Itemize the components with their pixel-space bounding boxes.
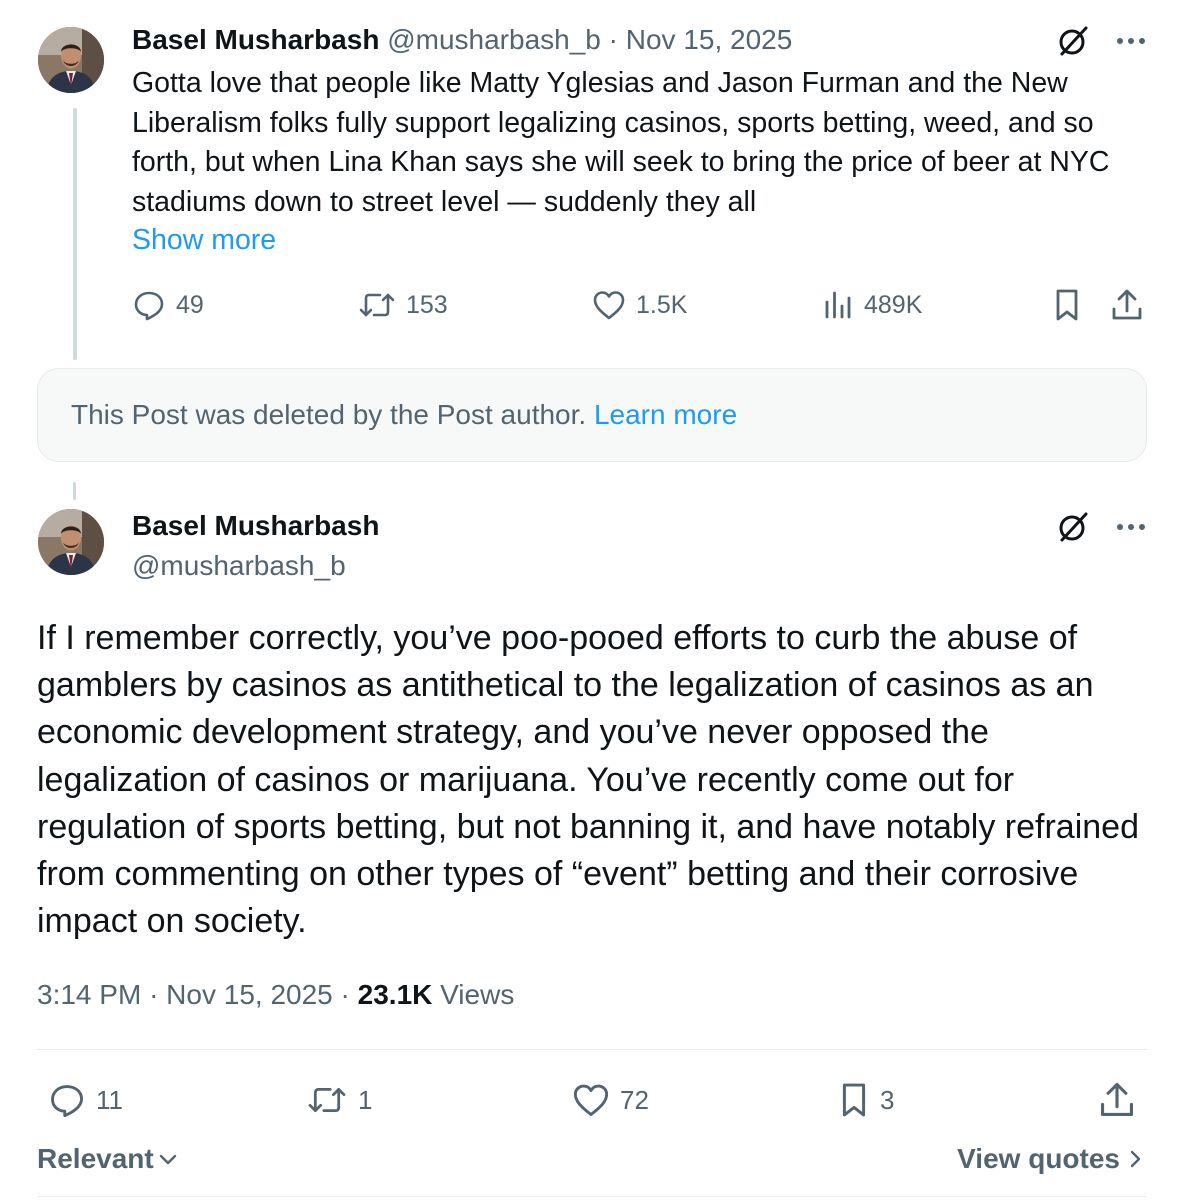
reply-button[interactable]: 49: [132, 282, 204, 328]
repost-icon: [306, 1083, 348, 1117]
sort-dropdown[interactable]: Relevant: [37, 1138, 178, 1180]
post-date[interactable]: Nov 15, 2025: [166, 979, 333, 1010]
bookmark-button[interactable]: [1052, 282, 1082, 328]
post-date[interactable]: Nov 15, 2025: [626, 24, 793, 55]
reply-button[interactable]: 11: [48, 1075, 123, 1125]
share-button[interactable]: [1110, 282, 1144, 328]
views-count: 489K: [864, 290, 923, 319]
like-icon: [592, 289, 626, 321]
deleted-message: This Post was deleted by the Post author…: [71, 399, 587, 430]
bookmark-icon: [1052, 287, 1082, 323]
views-count: 23.1K: [357, 979, 433, 1010]
repost-count: 153: [406, 290, 448, 319]
divider: [37, 1196, 1147, 1197]
more-icon[interactable]: [1116, 37, 1146, 45]
tweet-thread: Basel Musharbash @musharbash_b · Nov 15,…: [0, 0, 1180, 1200]
bookmark-button[interactable]: 3: [838, 1075, 894, 1125]
reply-count: 49: [176, 290, 204, 319]
replies-footer: Relevant View quotes: [0, 1138, 1180, 1182]
post-actions: 11 1 72 3: [0, 1075, 1180, 1125]
share-icon: [1098, 1080, 1136, 1120]
like-button[interactable]: 72: [572, 1075, 649, 1125]
deleted-post-text: This Post was deleted by the Post author…: [71, 396, 737, 434]
grok-icon[interactable]: [1056, 24, 1090, 58]
learn-more-link[interactable]: Learn more: [594, 399, 737, 430]
parent-post[interactable]: Basel Musharbash @musharbash_b · Nov 15,…: [0, 0, 1180, 365]
repost-icon: [358, 289, 396, 321]
like-count: 72: [620, 1084, 649, 1115]
post-text: Gotta love that people like Matty Yglesi…: [132, 67, 1110, 218]
repost-count: 1: [358, 1084, 373, 1115]
reply-count: 11: [96, 1084, 123, 1115]
post-header: Basel Musharbash @musharbash_b · Nov 15,…: [132, 22, 792, 58]
reply-icon: [132, 288, 166, 322]
sort-label: Relevant: [37, 1143, 154, 1174]
grok-icon[interactable]: [1056, 510, 1090, 544]
repost-button[interactable]: 153: [358, 282, 448, 328]
post-top-icons: [1056, 510, 1146, 544]
bookmark-count: 3: [880, 1084, 895, 1115]
avatar-image: [38, 509, 104, 575]
like-count: 1.5K: [636, 290, 688, 319]
post-actions: 49 153 1.5K 489K: [0, 282, 1180, 328]
like-button[interactable]: 1.5K: [592, 282, 687, 328]
author-handle[interactable]: @musharbash_b: [132, 548, 346, 584]
avatar[interactable]: [38, 27, 104, 93]
separator: ·: [149, 979, 159, 1010]
thread-connector: [73, 482, 76, 500]
view-quotes-label: View quotes: [957, 1143, 1120, 1174]
divider: [37, 1049, 1147, 1050]
author-name[interactable]: Basel Musharbash: [132, 508, 379, 544]
chevron-right-icon: [1128, 1148, 1142, 1170]
separator: ·: [340, 979, 350, 1010]
bookmark-icon: [838, 1080, 870, 1120]
share-icon: [1110, 287, 1144, 323]
reply-icon: [48, 1081, 86, 1119]
post-text: If I remember correctly, you’ve poo-pooe…: [37, 619, 1139, 941]
deleted-post-notice: This Post was deleted by the Post author…: [37, 368, 1147, 462]
view-quotes-link[interactable]: View quotes: [957, 1138, 1142, 1180]
post-time[interactable]: 3:14 PM: [37, 979, 141, 1010]
like-icon: [572, 1082, 610, 1118]
repost-button[interactable]: 1: [306, 1075, 372, 1125]
more-icon[interactable]: [1116, 523, 1146, 531]
show-more-link[interactable]: Show more: [132, 221, 276, 260]
separator: ·: [608, 24, 618, 55]
avatar-image: [38, 27, 104, 93]
author-handle[interactable]: @musharbash_b: [387, 24, 601, 55]
views-button[interactable]: 489K: [822, 282, 922, 328]
post-meta: 3:14 PM · Nov 15, 2025 · 23.1K Views: [37, 976, 514, 1014]
post-top-icons: [1056, 24, 1146, 58]
avatar[interactable]: [38, 509, 104, 575]
chevron-down-icon: [158, 1152, 178, 1166]
author-name[interactable]: Basel Musharbash: [132, 24, 379, 55]
views-label: Views: [440, 979, 515, 1010]
share-button[interactable]: [1098, 1075, 1136, 1125]
views-icon: [822, 289, 854, 321]
